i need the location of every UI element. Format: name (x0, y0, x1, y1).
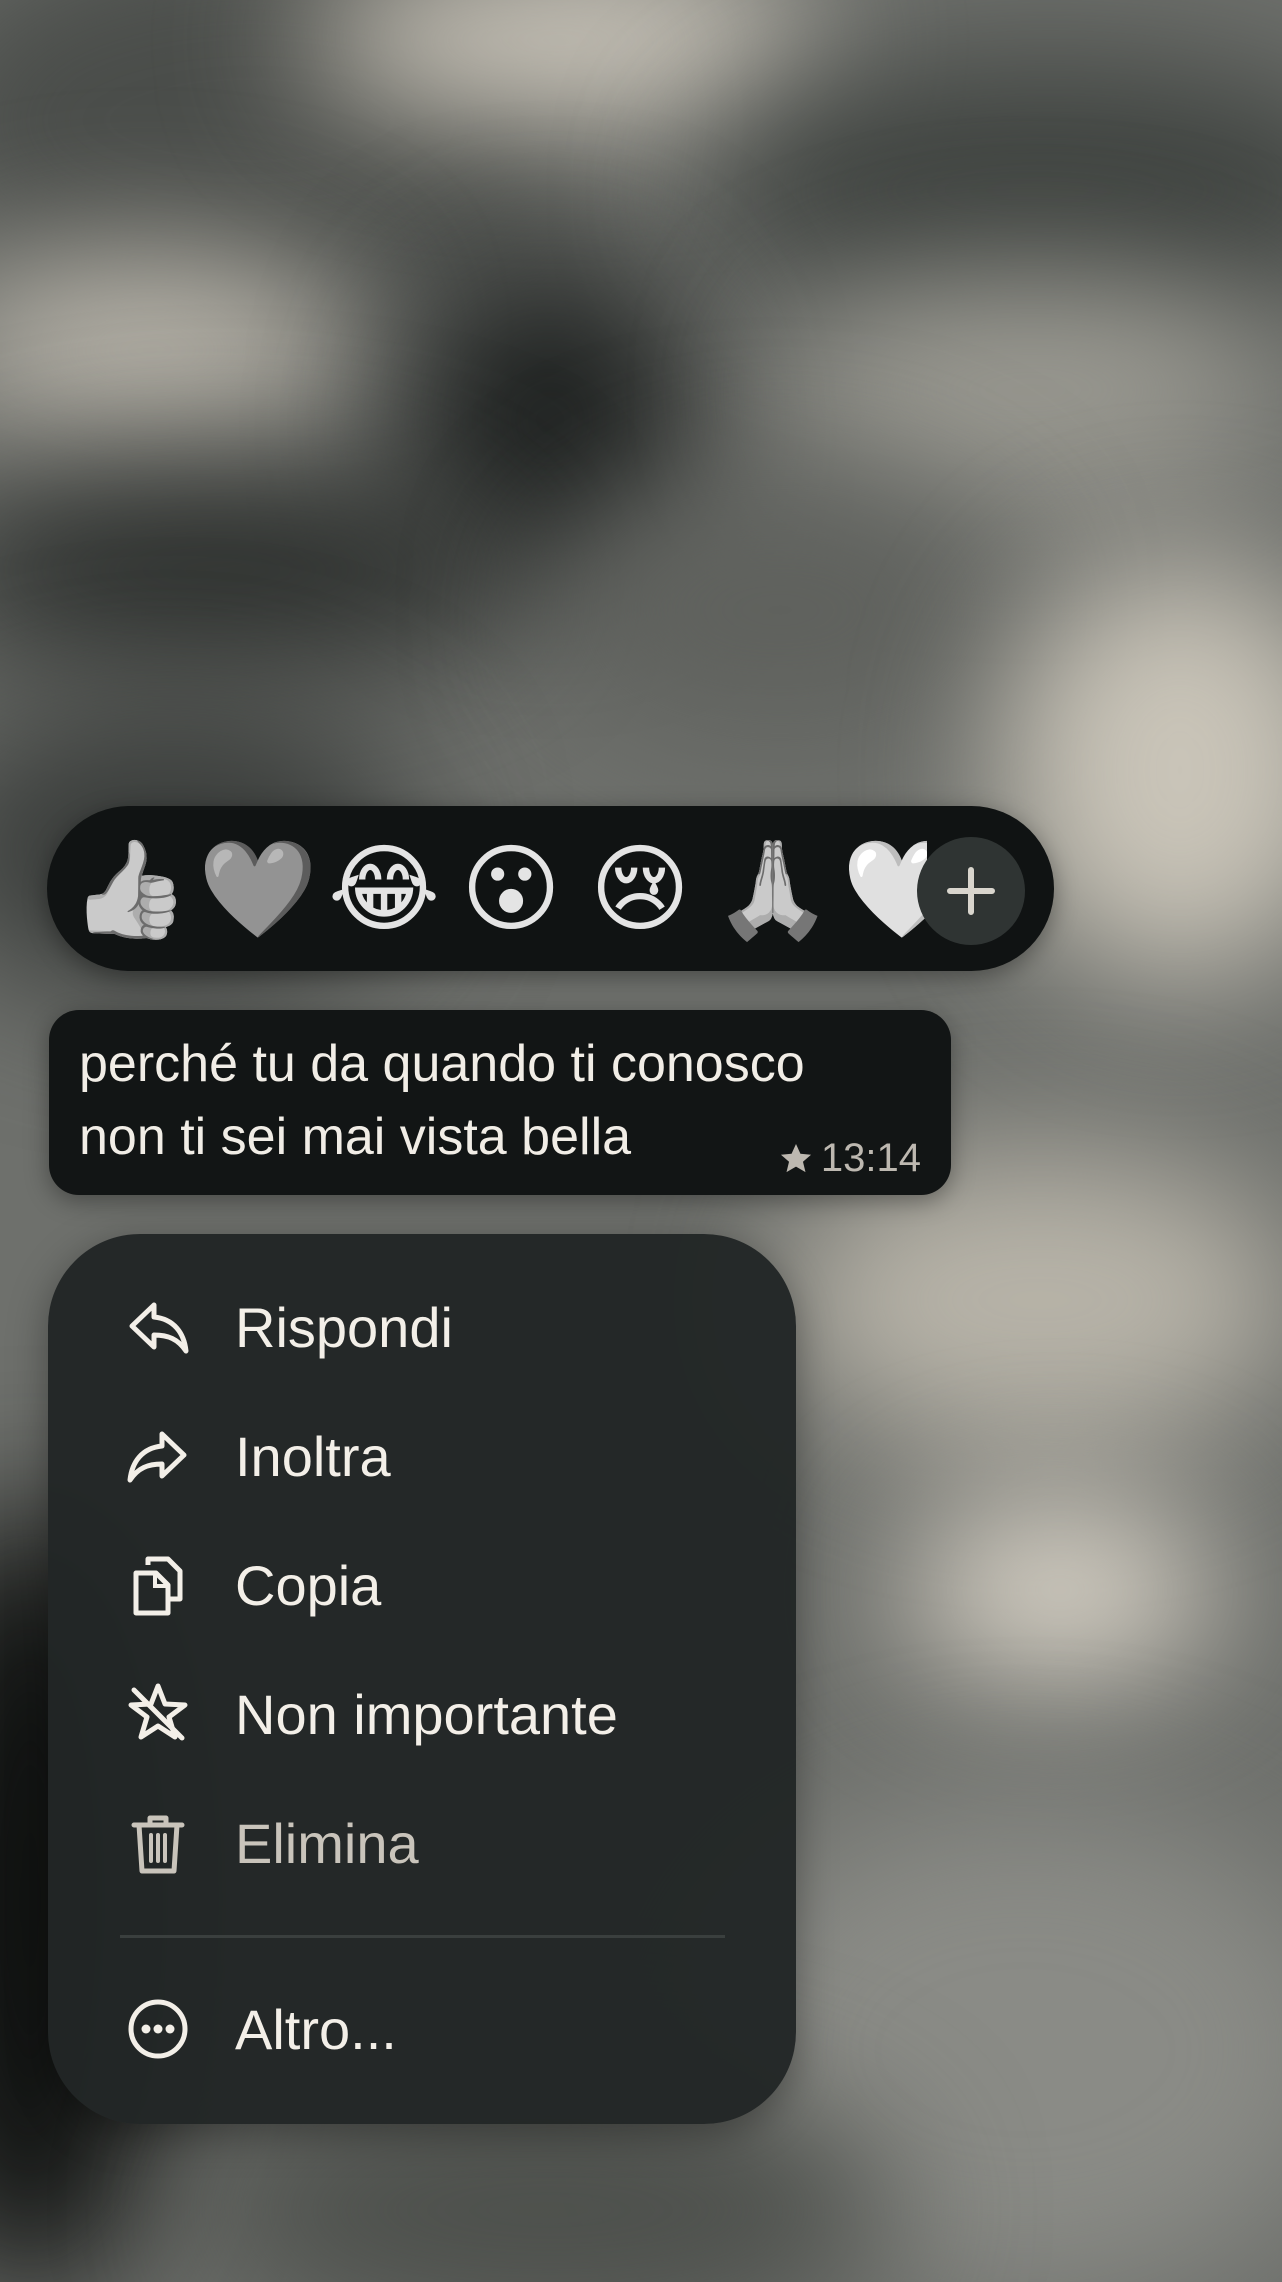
star-icon (777, 1140, 815, 1178)
white-heart-icon[interactable]: 🤍 (842, 841, 927, 937)
reaction-bar: 👍 🩶 😂 😮 😢 🙏 🤍 (47, 806, 1054, 971)
more-icon (124, 1995, 192, 2063)
menu-item-delete[interactable]: Elimina (48, 1788, 796, 1898)
menu-item-reply[interactable]: Rispondi (48, 1272, 796, 1382)
grey-heart-icon[interactable]: 🩶 (198, 841, 318, 937)
menu-item-label: Inoltra (235, 1424, 391, 1488)
menu-item-copy[interactable]: Copia (48, 1530, 796, 1640)
menu-item-unstar[interactable]: Non importante (48, 1659, 796, 1769)
message-text-line-1: perché tu da quando ti conosco (79, 1035, 805, 1093)
thumbs-up-icon[interactable]: 👍 (70, 841, 190, 937)
menu-item-label: Altro... (235, 1997, 397, 2061)
forward-icon (124, 1422, 192, 1490)
menu-item-more[interactable]: Altro... (48, 1974, 796, 2084)
message-text: perché tu da quando ti conosco non ti se… (79, 1028, 879, 1174)
trash-icon (124, 1809, 192, 1877)
menu-item-label: Rispondi (235, 1295, 453, 1359)
copy-icon (124, 1551, 192, 1619)
unstar-icon (124, 1680, 192, 1748)
crying-face-icon[interactable]: 😢 (585, 841, 695, 937)
reaction-emoji-row: 👍 🩶 😂 😮 😢 🙏 🤍 (47, 806, 927, 971)
more-reactions-button[interactable] (917, 837, 1025, 945)
folded-hands-icon[interactable]: 🙏 (713, 841, 833, 937)
context-menu: Rispondi Inoltra Copia Non importante El… (48, 1234, 796, 2124)
message-text-line-2: non ti sei mai vista bella (79, 1108, 632, 1166)
surprised-face-icon[interactable]: 😮 (456, 841, 566, 937)
menu-divider (120, 1935, 725, 1938)
plus-icon (947, 867, 995, 915)
tears-of-joy-icon[interactable]: 😂 (328, 841, 440, 937)
menu-item-label: Elimina (235, 1811, 419, 1875)
message-time: 13:14 (820, 1136, 921, 1180)
menu-item-label: Copia (235, 1553, 382, 1617)
message-bubble: perché tu da quando ti conosco non ti se… (49, 1010, 951, 1195)
menu-item-forward[interactable]: Inoltra (48, 1401, 796, 1511)
reply-icon (124, 1293, 192, 1361)
message-meta: 13:14 (777, 1136, 921, 1181)
menu-item-label: Non importante (235, 1682, 618, 1746)
